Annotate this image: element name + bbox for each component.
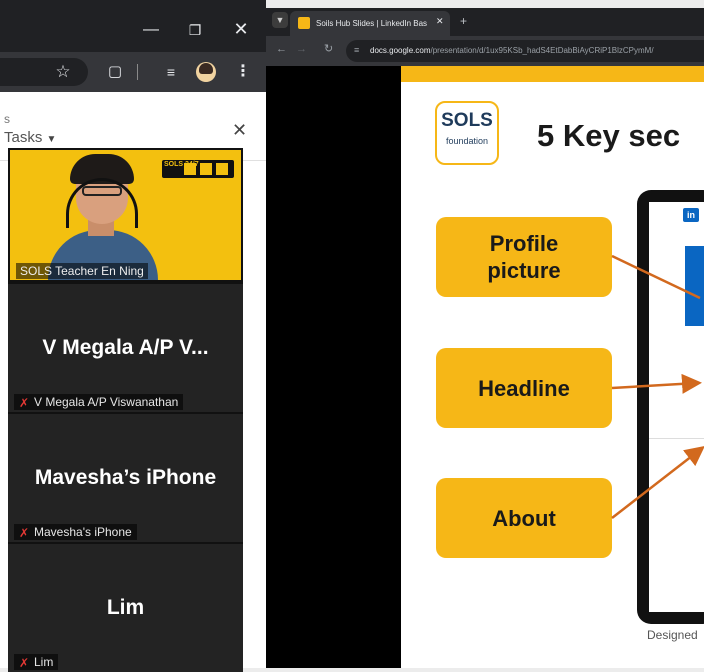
new-tab-icon[interactable]: + bbox=[460, 14, 467, 28]
chevron-down-icon: ▼ bbox=[46, 134, 57, 145]
participant-name: Mavesha's iPhone bbox=[34, 525, 132, 539]
tab-title: Soils Hub Slides | LinkedIn Bas bbox=[316, 19, 428, 28]
restore-icon[interactable]: ❐ bbox=[184, 20, 206, 40]
forward-icon[interactable]: → bbox=[296, 43, 307, 55]
reload-icon[interactable]: ↻ bbox=[324, 42, 333, 55]
toolbar-divider bbox=[137, 64, 138, 80]
address-field[interactable]: ≡ docs.google.com/presentation/d/1ux95KS… bbox=[346, 40, 704, 62]
slides-favicon-icon bbox=[298, 17, 310, 29]
participant-tile[interactable]: Mavesha’s iPhone ✗ Mavesha's iPhone bbox=[8, 412, 243, 542]
back-icon[interactable]: ← bbox=[276, 43, 287, 55]
participant-name-badge: ✗ Mavesha's iPhone bbox=[14, 524, 137, 540]
participant-tile[interactable]: V Megala A/P V... ✗ V Megala A/P Viswana… bbox=[8, 282, 243, 412]
extensions-icon[interactable]: ▢ bbox=[104, 62, 126, 82]
participant-name: Lim bbox=[34, 655, 54, 669]
tasks-fragment: s bbox=[4, 112, 10, 126]
url-path: /presentation/d/1ux95KSb_hadS4EtDabBiAyC… bbox=[430, 46, 654, 55]
participant-name: V Megala A/P Viswanathan bbox=[34, 395, 179, 409]
minimize-icon[interactable]: — bbox=[140, 20, 162, 40]
poster-logos: SOLS 24/7 bbox=[162, 160, 234, 178]
profile-avatar[interactable] bbox=[196, 62, 216, 82]
participant-video-tile[interactable]: SOLS 24/7 SOLS Teacher En Ning bbox=[8, 148, 243, 282]
mic-muted-icon: ✗ bbox=[19, 526, 30, 540]
participant-title: Mavesha’s iPhone bbox=[34, 466, 217, 489]
arrow-about bbox=[611, 445, 704, 519]
participant-title: V Megala A/P V... bbox=[42, 336, 209, 359]
mic-muted-icon: ✗ bbox=[19, 396, 30, 410]
left-address-bar[interactable] bbox=[0, 58, 88, 86]
tab-active[interactable]: Soils Hub Slides | LinkedIn Bas ✕ bbox=[290, 11, 450, 36]
participant-title: Lim bbox=[106, 596, 145, 619]
connector-arrows bbox=[611, 254, 704, 519]
menu-kebab-icon[interactable]: ⋮ bbox=[232, 62, 254, 82]
tab-search-icon[interactable]: ▼ bbox=[272, 12, 288, 28]
tasks-title[interactable]: Tasks ▼ bbox=[4, 129, 56, 146]
arrow-profile bbox=[611, 254, 701, 300]
participant-name: SOLS Teacher En Ning bbox=[16, 263, 148, 279]
bookmark-star-icon[interactable]: ☆ bbox=[52, 62, 74, 82]
participant-tile[interactable]: Lim ✗ Lim bbox=[8, 542, 243, 672]
slide: SOLS foundation 5 Key sec in Profile pic… bbox=[401, 66, 704, 668]
media-control-icon[interactable]: ≡ bbox=[160, 62, 182, 82]
url-text: docs.google.com/presentation/d/1ux95KSb_… bbox=[370, 40, 704, 62]
slide-footer: Designed bbox=[647, 628, 698, 642]
arrow-headline bbox=[611, 373, 702, 394]
close-panel-icon[interactable]: ✕ bbox=[232, 120, 247, 141]
zoom-participant-strip: SOLS 24/7 SOLS Teacher En Ning V Megala … bbox=[8, 148, 243, 672]
site-info-icon[interactable]: ≡ bbox=[354, 45, 359, 55]
close-window-icon[interactable]: ✕ bbox=[230, 19, 252, 39]
close-tab-icon[interactable]: ✕ bbox=[436, 16, 444, 27]
participant-name-badge: ✗ V Megala A/P Viswanathan bbox=[14, 394, 184, 410]
tasks-title-label: Tasks bbox=[4, 129, 43, 146]
left-titlebar: — ❐ ✕ bbox=[0, 0, 266, 52]
url-domain: docs.google.com bbox=[370, 46, 431, 55]
